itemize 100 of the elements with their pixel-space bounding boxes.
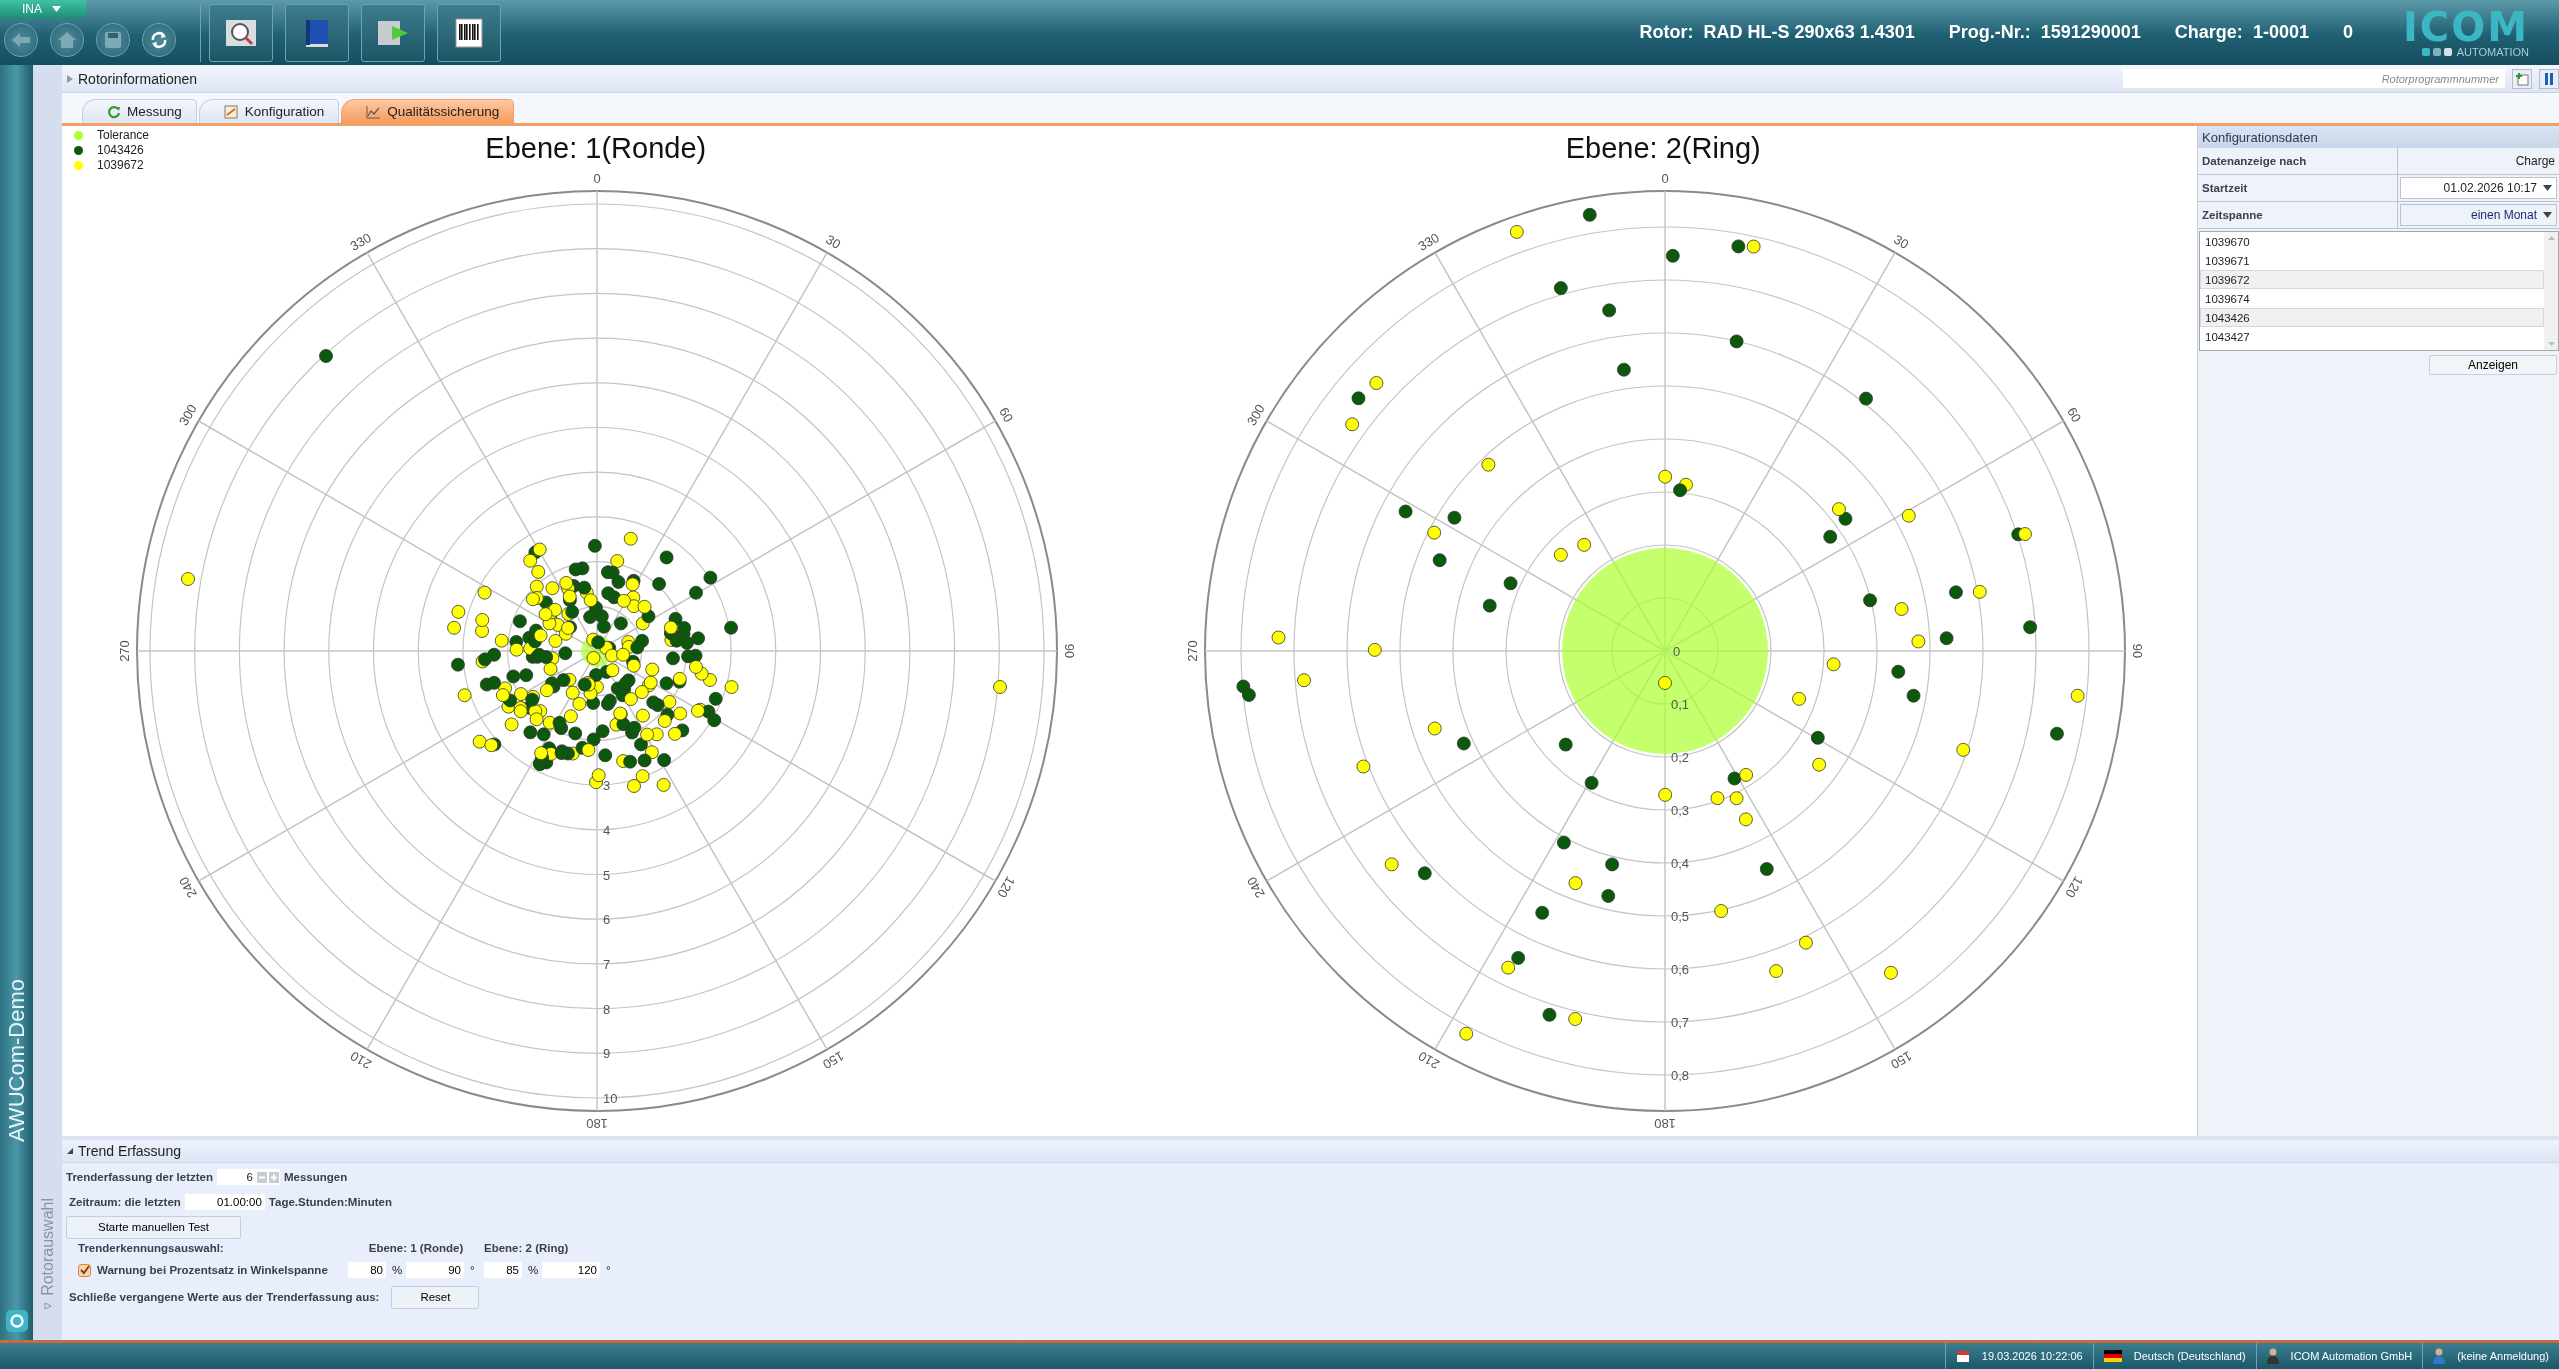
- duration-field[interactable]: 01.00:00: [184, 1194, 265, 1210]
- flag-icon: [2103, 1350, 2122, 1362]
- angle-label: 0: [593, 171, 601, 186]
- ring-label: 0,3: [1670, 803, 1689, 818]
- logo-wordmark: ICOM: [2402, 7, 2529, 46]
- sync-icon: [149, 29, 169, 50]
- scroll-up-icon: [2547, 236, 2555, 240]
- dropdown[interactable]: einen Monat: [2400, 204, 2557, 226]
- angle-label: 0: [1661, 171, 1669, 186]
- legend-label: 1043426: [97, 143, 144, 157]
- list-item[interactable]: 1043426: [2200, 308, 2544, 327]
- show-button[interactable]: Anzeigen: [2429, 355, 2557, 375]
- add-document-icon: [2515, 71, 2529, 86]
- checkbox[interactable]: [78, 1263, 91, 1277]
- save-button[interactable]: [96, 22, 130, 57]
- search-field[interactable]: Rotorprogrammnummer: [2123, 69, 2505, 88]
- header-field: Prog.-Nr.: 1591290001: [1948, 22, 2141, 43]
- ring-label: 8: [603, 1001, 611, 1017]
- angle-label: 330: [1415, 229, 1442, 254]
- book-icon: [304, 17, 330, 48]
- back-arrow-icon: [11, 31, 31, 48]
- run-button[interactable]: [361, 3, 425, 62]
- ring-label: 0,6: [1670, 962, 1689, 977]
- number-field[interactable]: 90: [406, 1262, 464, 1278]
- unit-label: °: [469, 1264, 476, 1276]
- checkmark-icon: [79, 1265, 90, 1275]
- angle-label: 210: [1415, 1048, 1442, 1073]
- angle-label: 270: [1184, 640, 1200, 662]
- angle-label: 240: [176, 874, 200, 901]
- ring-label: 6: [603, 912, 611, 928]
- home-button[interactable]: [50, 22, 84, 57]
- number-field[interactable]: 85: [484, 1262, 522, 1278]
- expand-triangle-icon: [43, 1302, 52, 1310]
- back-button[interactable]: [4, 22, 38, 57]
- start-test-button[interactable]: Starte manuellen Test: [66, 1215, 241, 1239]
- unit-label: °: [605, 1264, 612, 1276]
- caret-icon: [52, 6, 61, 12]
- number-field[interactable]: 120: [542, 1262, 600, 1278]
- magnifier-document-icon: [224, 17, 258, 48]
- ring-label: 10: [603, 1091, 618, 1106]
- angle-label: 60: [996, 404, 1017, 425]
- number-field[interactable]: 80: [348, 1262, 386, 1278]
- sync-button[interactable]: [142, 22, 176, 57]
- angle-label: 120: [994, 874, 1019, 901]
- ring-label: 0,4: [1670, 856, 1689, 871]
- app-title: AWUCom-Demo: [3, 979, 30, 1142]
- angle-label: 270: [117, 640, 133, 662]
- header-field: Charge: 1-0001: [2174, 22, 2309, 43]
- angle-label: 300: [1243, 401, 1268, 428]
- field-value: Charge: [2514, 153, 2556, 170]
- status-text: (keine Anmeldung): [2457, 1350, 2549, 1362]
- date-picker[interactable]: 01.02.2026 10:17: [2400, 177, 2557, 199]
- status-text: ICOM Automation GmbH: [2290, 1350, 2413, 1362]
- pause-icon: [2544, 72, 2554, 85]
- calendar-icon: [1955, 1349, 1970, 1363]
- angle-label: 120: [2062, 874, 2086, 901]
- add-document-button[interactable]: [2512, 68, 2532, 89]
- section-title: Rotorinformationen: [78, 70, 198, 87]
- field-label: Trenderfassung der letzten: [66, 1171, 213, 1183]
- unit-label: Messungen: [284, 1171, 348, 1183]
- refresh-icon: [107, 104, 121, 119]
- barcode-button[interactable]: [437, 3, 501, 62]
- search-document-button[interactable]: [209, 3, 273, 62]
- column-header: Ebene: 2 (Ring): [484, 1242, 570, 1254]
- angle-label: 90: [2129, 643, 2145, 659]
- scrollbar[interactable]: [2544, 232, 2558, 350]
- lens-icon: [9, 1314, 24, 1328]
- angle-label: 180: [1653, 1116, 1676, 1131]
- ring-label: 0,1: [1670, 697, 1689, 712]
- ring-label: 3: [603, 778, 611, 794]
- ring-label: 5: [603, 867, 611, 883]
- tab[interactable]: Messung: [82, 99, 197, 123]
- legend-label: Tolerance: [97, 128, 150, 142]
- angle-label: 90: [1062, 643, 1078, 659]
- angle-label: 240: [1243, 874, 1268, 901]
- angle-label: 30: [1891, 231, 1911, 252]
- status-text: 19.03.2026 10:22:06: [1981, 1350, 2083, 1362]
- tab[interactable]: Qualitätssicherung: [341, 99, 515, 123]
- book-button[interactable]: [285, 3, 349, 62]
- ring-label: 0,2: [1670, 750, 1689, 765]
- field-label: Zeitraum: die letzten: [69, 1196, 181, 1208]
- camera-button[interactable]: [5, 1310, 28, 1332]
- notepad-icon: [223, 104, 239, 119]
- line-chart-icon: [366, 104, 382, 119]
- number-spinner[interactable]: 6: [217, 1169, 280, 1185]
- angle-label: 30: [823, 231, 844, 252]
- field-label: Startzeit: [2198, 175, 2398, 201]
- field-label: Datenanzeige nach: [2198, 148, 2398, 174]
- ring-label: 7: [603, 956, 611, 972]
- panel-title: Konfigurationsdaten: [2198, 126, 2559, 148]
- list-item[interactable]: 1039672: [2200, 270, 2544, 289]
- tab[interactable]: Konfiguration: [198, 99, 340, 123]
- unit-label: Tage.Stunden:Minuten: [268, 1196, 392, 1208]
- expander-icon[interactable]: [66, 1147, 74, 1155]
- scroll-down-icon: [2547, 342, 2555, 346]
- logo-subtitle: AUTOMATION: [2456, 45, 2529, 58]
- pause-button[interactable]: [2539, 68, 2559, 89]
- ring-label: 0,5: [1670, 909, 1689, 924]
- reset-button[interactable]: Reset: [391, 1285, 480, 1309]
- ring-label: 9: [603, 1046, 611, 1062]
